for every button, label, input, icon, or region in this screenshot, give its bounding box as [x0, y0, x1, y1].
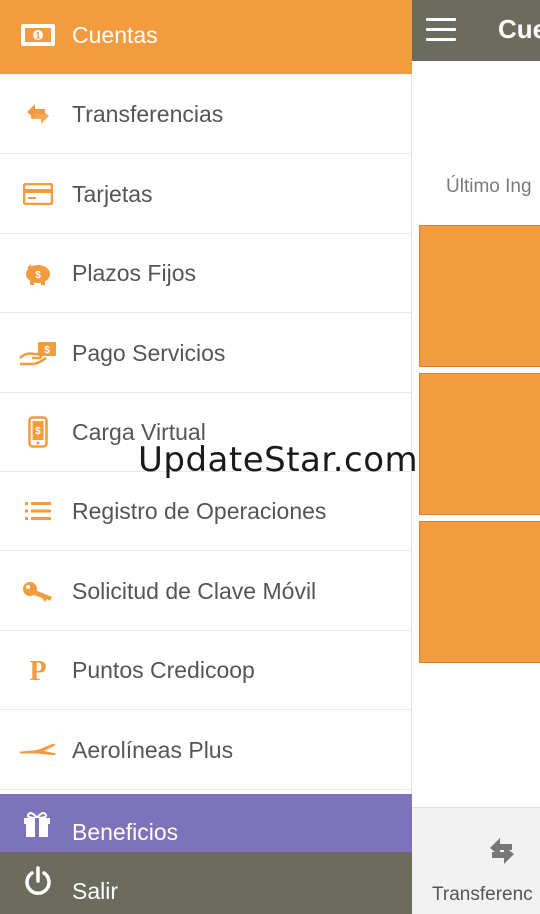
logout-label: Salir [72, 878, 119, 904]
drawer-item-label: Solicitud de Clave Móvil [72, 578, 317, 604]
svg-text:$: $ [44, 345, 50, 356]
watermark: UpdateStar.com [138, 440, 419, 480]
bottom-nav-transfer-label[interactable]: Transferenc [432, 884, 533, 906]
account-card[interactable] [419, 225, 540, 367]
gift-icon [22, 810, 52, 838]
drawer-item-tarjetas[interactable]: Tarjetas [0, 154, 412, 234]
app-title: Cue [498, 14, 540, 44]
drawer-item-label: Puntos Credicoop [72, 657, 255, 683]
drawer-item-plazos-fijos[interactable]: $ Plazos Fijos [0, 233, 412, 313]
transfer-icon[interactable] [484, 832, 520, 868]
drawer-item-cuentas[interactable]: 1 Cuentas [0, 0, 412, 74]
drawer-item-puntos-credicoop[interactable]: P Puntos Credicoop [0, 630, 412, 710]
drawer-item-beneficios[interactable]: Beneficios [0, 794, 412, 852]
drawer-item-label: Registro de Operaciones [72, 498, 327, 524]
credit-card-icon [18, 176, 58, 212]
drawer-item-label: Aerolíneas Plus [72, 737, 234, 763]
account-card[interactable] [419, 373, 540, 515]
bill-payment-icon: $ [18, 335, 58, 371]
list-icon [18, 493, 58, 529]
drawer-item-label: Cuentas [72, 22, 158, 48]
svg-text:$: $ [35, 270, 41, 281]
drawer-item-label: Plazos Fijos [72, 260, 196, 286]
last-login-text: Último Ing [446, 176, 532, 197]
points-p-icon: P [18, 652, 58, 688]
transfer-icon [18, 96, 58, 132]
cash-icon: 1 [18, 17, 58, 53]
svg-text:$: $ [35, 426, 41, 437]
mobile-topup-icon: $ [18, 414, 58, 450]
key-icon [18, 573, 58, 609]
hamburger-menu-icon[interactable] [426, 18, 456, 42]
logout-button[interactable]: Salir [0, 852, 412, 914]
svg-text:1: 1 [35, 31, 40, 41]
account-card[interactable] [419, 521, 540, 663]
drawer-item-label: Tarjetas [72, 181, 153, 207]
drawer-item-aerolineas-plus[interactable]: Aerolíneas Plus [0, 710, 412, 790]
drawer-item-label: Pago Servicios [72, 340, 226, 366]
piggy-bank-icon: $ [18, 255, 58, 291]
power-icon [22, 866, 54, 898]
drawer-item-registro-operaciones[interactable]: Registro de Operaciones [0, 471, 412, 551]
drawer-item-transferencias[interactable]: Transferencias [0, 74, 412, 154]
airline-icon [18, 732, 58, 768]
drawer-item-clave-movil[interactable]: Solicitud de Clave Móvil [0, 551, 412, 631]
drawer-item-label: Transferencias [72, 101, 224, 127]
drawer-item-pago-servicios[interactable]: $ Pago Servicios [0, 313, 412, 393]
svg-text:P: P [29, 656, 46, 684]
